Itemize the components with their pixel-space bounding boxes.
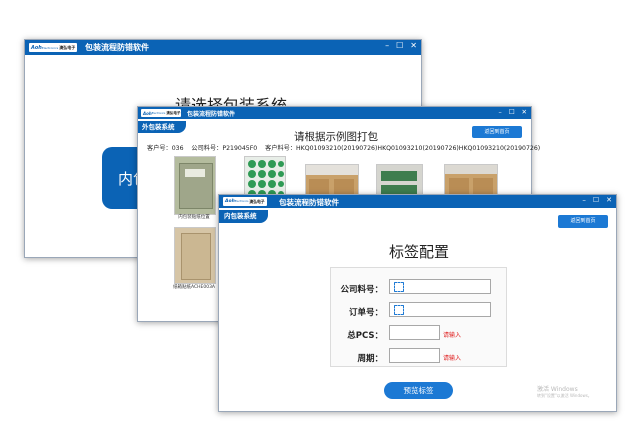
window-label-config: Aoh Electronics 澳弘电子 包装流程防错软件 – ☐ ✕ 内包装系… xyxy=(218,194,617,412)
total-pcs-required-hint: 请输入 xyxy=(443,332,462,339)
maximize-icon[interactable]: ☐ xyxy=(593,196,599,204)
minimize-icon[interactable]: – xyxy=(582,196,586,204)
title-bar: Aoh Electronics 澳弘电子 包装流程防错软件 – ☐ ✕ xyxy=(219,195,616,208)
page-heading: 标签配置 xyxy=(389,243,450,261)
company-logo: Aoh Electronics 澳弘电子 xyxy=(141,109,181,117)
scan-icon xyxy=(394,282,404,292)
back-to-home-button[interactable]: 返回到首页 xyxy=(558,215,608,228)
total-pcs-label: 总PCS： xyxy=(347,331,383,341)
scan-icon xyxy=(394,305,404,315)
windows-activation-watermark: 激活 Windows 转到"设置"以激活 Windows。 xyxy=(537,386,592,398)
sample-photo-carton xyxy=(174,227,216,284)
preview-label-button[interactable]: 预览标签 xyxy=(384,382,453,399)
period-input[interactable] xyxy=(389,348,440,363)
page-heading: 请根据示例图打包 xyxy=(294,131,378,143)
close-icon[interactable]: ✕ xyxy=(606,196,612,204)
maximize-icon[interactable]: ☐ xyxy=(396,41,403,50)
minimize-icon[interactable]: – xyxy=(498,108,501,116)
order-info: 客户号：036 公司料号：P219045F0 客户料号：HKQ01093210(… xyxy=(147,145,541,152)
system-tag: 内包装系统 xyxy=(219,210,268,223)
title-bar: Aoh Electronics 澳弘电子 包装流程防错软件 – ☐ ✕ xyxy=(138,107,531,119)
period-label: 周期： xyxy=(357,354,383,364)
company-part-no-input[interactable] xyxy=(389,279,491,294)
app-title: 包装流程防错软件 xyxy=(279,198,339,207)
minimize-icon[interactable]: – xyxy=(385,41,389,50)
close-icon[interactable]: ✕ xyxy=(410,41,417,50)
app-title: 包装流程防错软件 xyxy=(187,111,236,118)
period-required-hint: 请输入 xyxy=(443,355,462,362)
maximize-icon[interactable]: ☐ xyxy=(509,108,515,116)
total-pcs-input[interactable] xyxy=(389,325,440,340)
photo-caption: 内包装贴纸位置 xyxy=(178,215,210,220)
close-icon[interactable]: ✕ xyxy=(522,108,527,116)
order-no-input[interactable] xyxy=(389,302,491,317)
title-bar: Aoh Electronics 澳弘电子 包装流程防错软件 – ☐ ✕ xyxy=(25,40,421,55)
app-title: 包装流程防错软件 xyxy=(85,43,149,52)
sample-photo-inner-label xyxy=(174,156,216,215)
order-no-label: 订单号： xyxy=(348,308,383,318)
back-to-home-button[interactable]: 返回到首页 xyxy=(472,126,522,138)
company-logo: Aoh Electronics 澳弘电子 xyxy=(29,43,77,52)
company-part-no-label: 公司料号： xyxy=(340,285,383,295)
photo-caption: 纸箱贴纸ACHE003A xyxy=(172,285,216,290)
company-logo: Aoh Electronics 澳弘电子 xyxy=(223,197,267,206)
system-tag: 外包装系统 xyxy=(138,121,186,133)
